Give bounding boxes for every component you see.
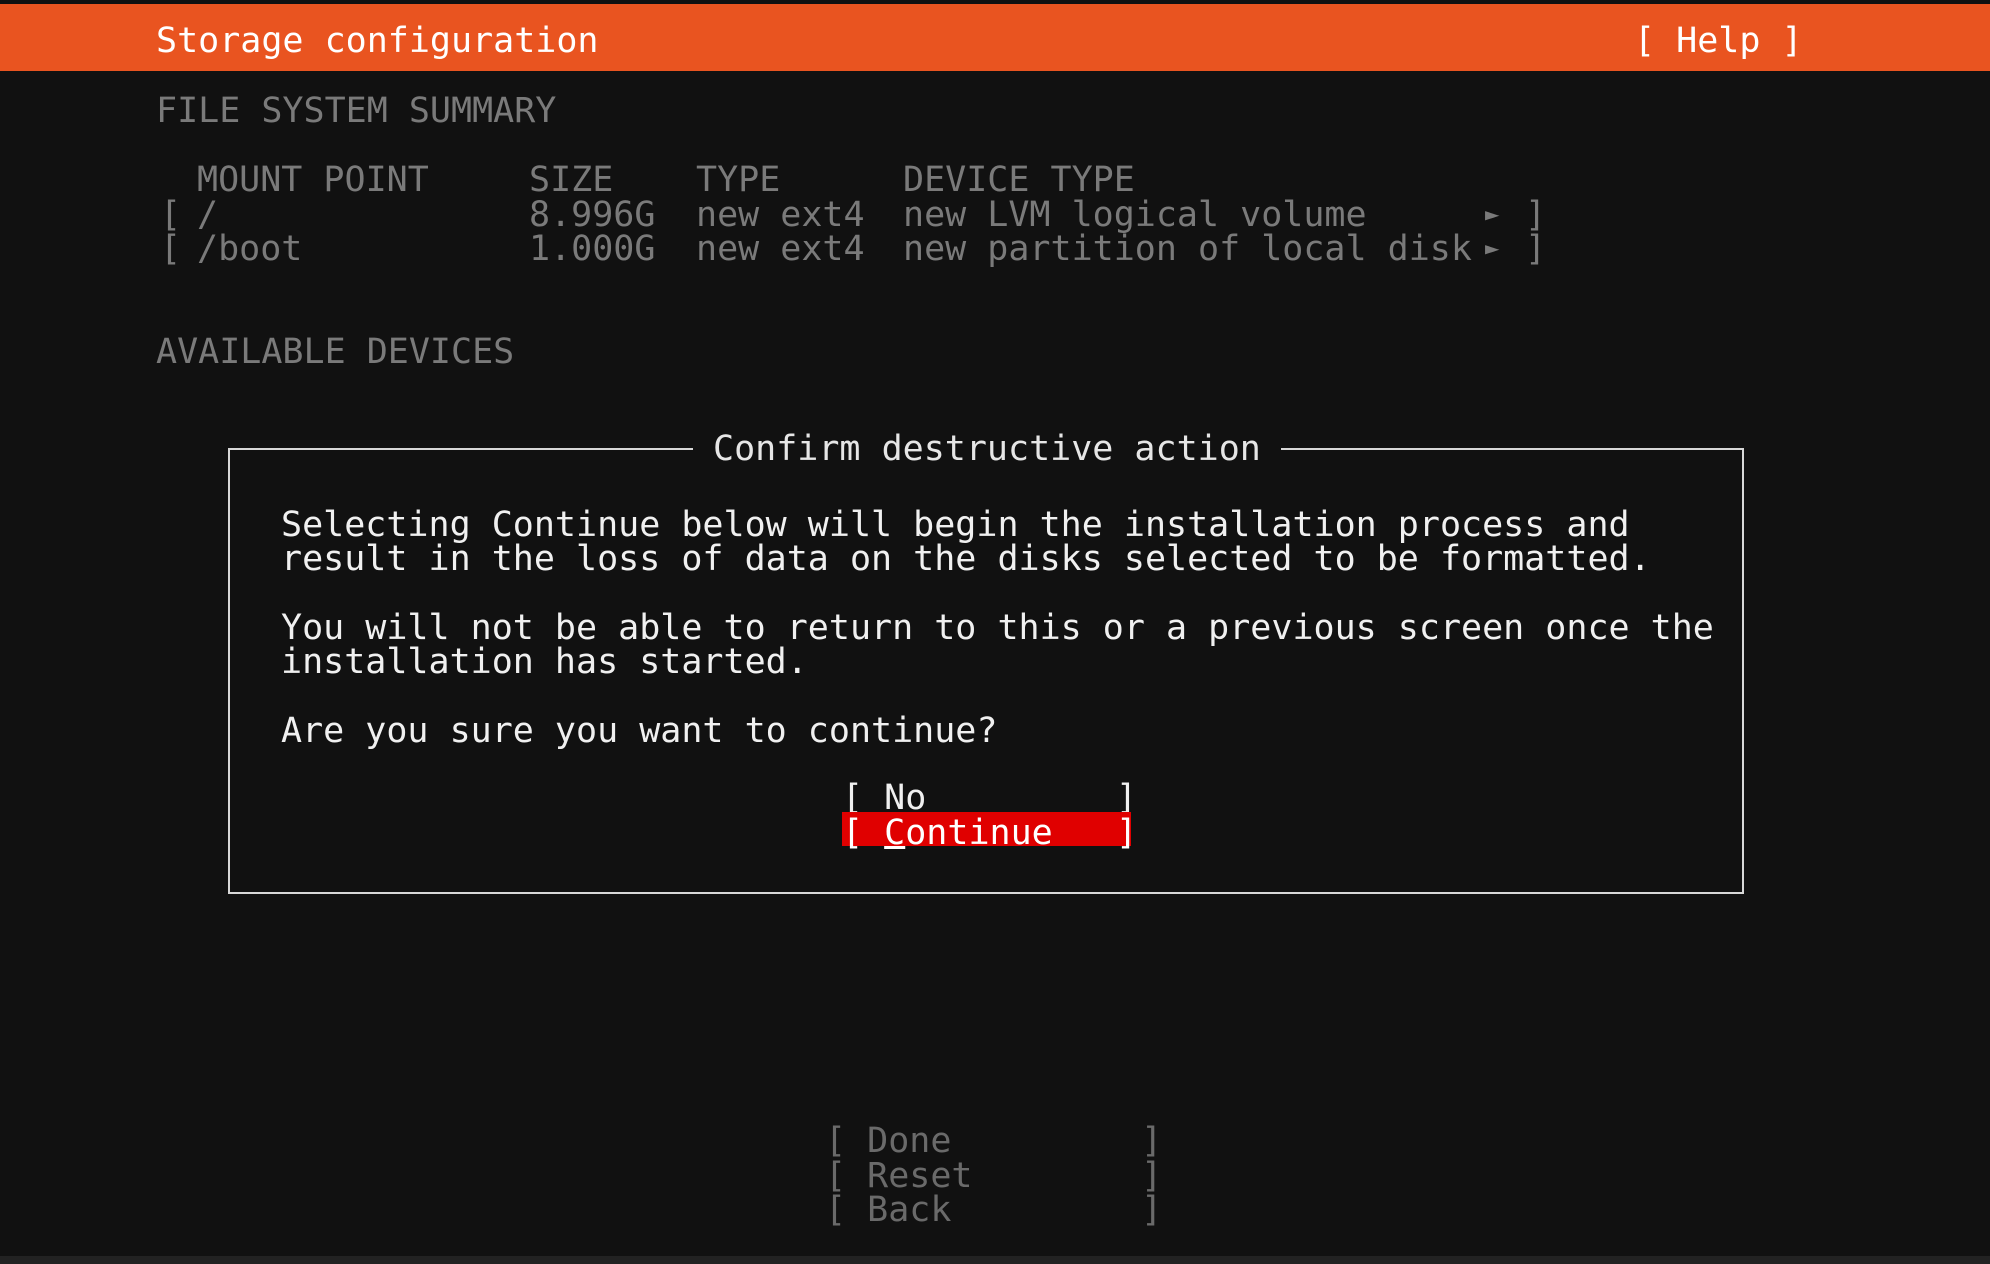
bottom-edge	[0, 1256, 1990, 1264]
row-device-type: new LVM logical volume	[903, 195, 1367, 235]
row-device-type: new partition of local disk	[903, 229, 1472, 269]
column-header-size: SIZE	[529, 160, 614, 200]
row-type: new ext4	[696, 195, 865, 235]
row-close-bracket: ]	[1525, 229, 1547, 269]
continue-button[interactable]: [ Continue ]	[842, 812, 1137, 851]
row-mount-point: /	[197, 195, 219, 235]
column-header-device-type: DEVICE TYPE	[903, 160, 1135, 200]
back-button[interactable]: [ Back ]	[825, 1193, 1162, 1228]
row-type: new ext4	[696, 229, 865, 269]
available-devices-heading: AVAILABLE DEVICES	[156, 332, 515, 372]
header-bar: Storage configuration [ Help ]	[0, 4, 1990, 71]
dialog-message-line: result in the loss of data on the disks …	[281, 539, 1651, 579]
column-header-type: TYPE	[696, 160, 781, 200]
file-system-summary-heading: FILE SYSTEM SUMMARY	[156, 91, 557, 131]
continue-button-hotkey: C	[884, 813, 906, 853]
row-size: 1.000G	[529, 229, 656, 269]
row-open-bracket: [	[160, 229, 182, 269]
reset-button[interactable]: [ Reset ]	[825, 1159, 1162, 1194]
dialog-message-line: Selecting Continue below will begin the …	[281, 505, 1630, 545]
row-expand-arrow-icon[interactable]: ►	[1485, 202, 1499, 226]
page-title: Storage configuration	[156, 21, 599, 61]
row-close-bracket: ]	[1525, 195, 1547, 235]
dialog-message-line: installation has started.	[281, 642, 808, 682]
continue-button-bracket: [	[842, 813, 885, 853]
dialog-title: Confirm destructive action	[693, 432, 1281, 467]
dialog-question: Are you sure you want to continue?	[281, 711, 998, 751]
dialog-message-line: You will not be able to return to this o…	[281, 608, 1714, 648]
continue-button-label: ontinue ]	[905, 813, 1138, 853]
help-button[interactable]: [ Help ]	[1634, 24, 1803, 59]
row-expand-arrow-icon[interactable]: ►	[1485, 236, 1499, 260]
row-size: 8.996G	[529, 195, 656, 235]
row-mount-point: /boot	[197, 229, 303, 269]
done-button[interactable]: [ Done ]	[825, 1124, 1162, 1159]
no-button[interactable]: [ No ]	[842, 781, 1137, 816]
row-open-bracket: [	[160, 195, 182, 235]
column-header-mount-point: MOUNT POINT	[197, 160, 429, 200]
